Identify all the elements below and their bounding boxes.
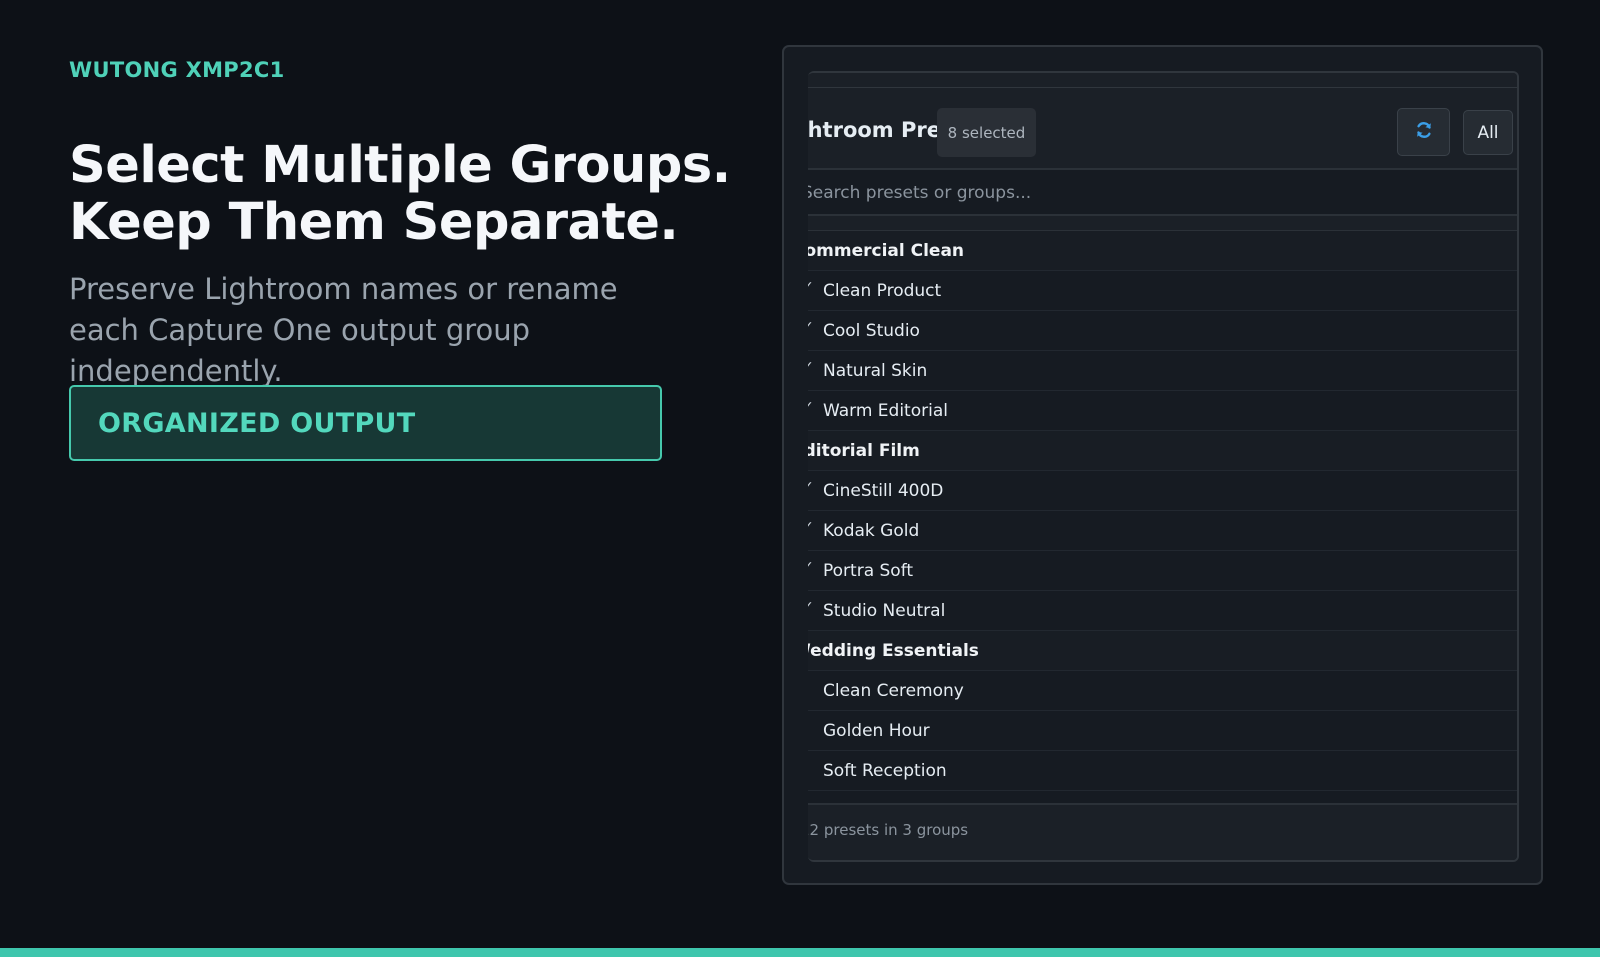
accent-bottom-bar [0,948,1600,957]
checkmark-icon[interactable]: ✓ [808,279,814,295]
headline-line-2: Keep Them Separate. [69,193,679,252]
preset-row[interactable]: Clean Ceremony [808,671,1517,711]
group-row[interactable]: Wedding Essentials [808,631,1517,671]
refresh-icon [1414,120,1434,144]
selected-count-badge: 8 selected [937,108,1036,157]
checkmark-icon[interactable]: ✓ [808,559,814,575]
group-row[interactable]: Commercial Clean [808,231,1517,271]
preset-row[interactable]: ✓ Kodak Gold [808,511,1517,551]
headline: Select Multiple Groups. Keep Them Separa… [69,137,731,251]
preset-name: Cool Studio [823,321,920,341]
checkmark-icon[interactable]: ✓ [808,519,814,535]
preset-row[interactable]: Golden Hour [808,711,1517,751]
brand-name: WUTONG XMP2C1 [69,58,285,82]
preset-row[interactable]: ✓ Studio Neutral [808,591,1517,631]
search-row [808,170,1517,216]
preset-name: CineStill 400D [823,481,944,501]
panel-top-strip [808,73,1517,88]
refresh-button[interactable] [1397,108,1450,156]
search-input[interactable] [808,178,1504,208]
preset-name: Warm Editorial [823,401,948,421]
preset-row[interactable]: Soft Reception [808,751,1517,791]
preset-row[interactable]: ✓ Natural Skin [808,351,1517,391]
checkmark-icon[interactable]: ✓ [808,599,814,615]
preset-row[interactable]: ✓ CineStill 400D [808,471,1517,511]
preset-row[interactable]: ✓ Cool Studio [808,311,1517,351]
group-name: Commercial Clean [808,241,965,261]
checkmark-icon[interactable]: ✓ [808,319,814,335]
list-divider [808,216,1517,231]
preset-name: Natural Skin [823,361,928,381]
preset-row[interactable]: ✓ Portra Soft [808,551,1517,591]
checkmark-icon[interactable]: ✓ [808,479,814,495]
panel-footer: 12 presets in 3 groups [808,803,1517,860]
preset-name: Clean Product [823,281,942,301]
organized-output-badge: ORGANIZED OUTPUT [69,385,662,461]
preset-row[interactable]: ✓ Clean Product [808,271,1517,311]
select-all-button[interactable]: All [1463,110,1513,155]
group-name: Editorial Film [808,441,920,461]
preset-name: Portra Soft [823,561,914,581]
preset-name: Studio Neutral [823,601,946,621]
panel-header: Lightroom Presets 8 selected All [808,88,1517,170]
preset-count-text: 12 presets in 3 groups [808,821,969,839]
checkmark-icon[interactable]: ✓ [808,359,814,375]
preset-name: Kodak Gold [823,521,920,541]
headline-line-1: Select Multiple Groups. [69,136,731,195]
organized-output-label: ORGANIZED OUTPUT [98,407,416,439]
presets-panel: Lightroom Presets 8 selected All [808,71,1519,862]
preview-frame: Lightroom Presets 8 selected All [782,45,1543,885]
preset-row[interactable]: ✓ Warm Editorial [808,391,1517,431]
checkmark-icon[interactable]: ✓ [808,399,814,415]
page: WUTONG XMP2C1 Select Multiple Groups. Ke… [0,0,1600,957]
group-row[interactable]: Editorial Film [808,431,1517,471]
preset-name: Clean Ceremony [823,681,964,701]
preset-name: Soft Reception [823,761,947,781]
preset-list: Commercial Clean ✓ Clean Product ✓ Cool Stud… [808,231,1517,791]
preset-name: Golden Hour [823,721,930,741]
subheadline: Preserve Lightroom names or rename each … [69,272,618,388]
group-name: Wedding Essentials [808,641,979,661]
